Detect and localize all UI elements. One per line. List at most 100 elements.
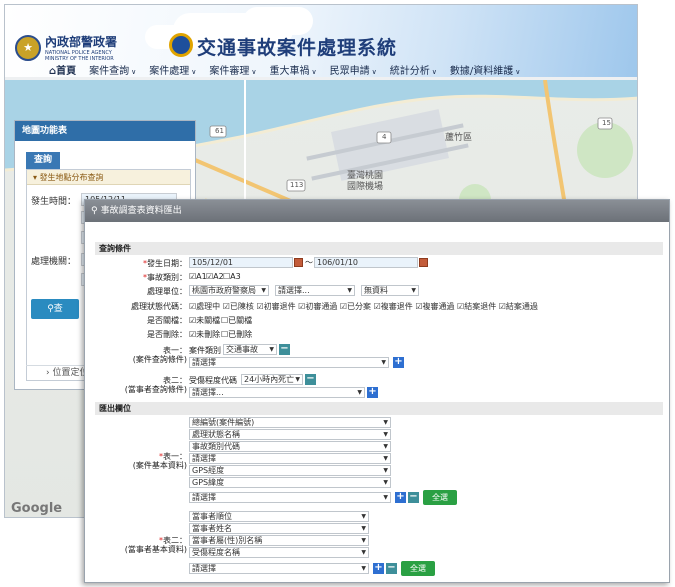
unit-select[interactable]: 桃園市政府警察局 ▼ — [189, 285, 269, 296]
section-location-distribution[interactable]: ▾ 發生地點分布查詢 — [27, 170, 190, 185]
export-table2-field[interactable]: 請選擇 ▼ — [189, 563, 369, 574]
query-table2-field-select[interactable]: 請選擇... ▼ — [189, 387, 365, 398]
select-all-button[interactable]: 全選 — [423, 490, 457, 505]
remove-field-button[interactable]: − — [386, 563, 397, 574]
select-value: 處理狀態名稱 — [192, 430, 240, 439]
export-table1-field[interactable]: 事故類別代碼 ▼ — [189, 441, 391, 452]
road-number: 113 — [290, 181, 304, 189]
agency-name: 內政部警政署 — [45, 35, 118, 49]
status-checkbox[interactable]: ☑已分案 — [340, 302, 371, 311]
tab-query[interactable]: 查詢 — [26, 152, 60, 169]
export-table1-field[interactable]: GPS經度 ▼ — [189, 465, 391, 476]
nav-major-accident[interactable]: 重大車禍 ∨ — [270, 62, 317, 77]
status-checkbox[interactable]: ☑複審通過 — [415, 302, 454, 311]
select-value: 請選擇 — [192, 493, 216, 502]
add-condition-button[interactable]: + — [393, 357, 404, 368]
map-query-button[interactable]: ⚲查 — [31, 299, 79, 319]
nav-case-handling[interactable]: 案件處理 ∨ — [149, 62, 196, 77]
case-type-select[interactable]: 交通事故 ▼ — [223, 344, 277, 355]
deleted-checkbox-yes[interactable]: ☐已刪除 — [221, 329, 252, 340]
status-checkbox[interactable]: ☑結案退件 — [457, 302, 496, 311]
export-table1-field[interactable]: 請選擇 ▼ — [189, 453, 391, 464]
type-label-text: 事故類別： — [147, 273, 187, 282]
status-checkbox[interactable]: ☑已陳核 — [223, 302, 254, 311]
checkbox-label: A3 — [230, 272, 241, 281]
type-checkbox-a3[interactable]: ☐A3 — [223, 272, 241, 281]
chevron-down-icon: ∨ — [515, 67, 521, 76]
add-condition-button[interactable]: + — [367, 387, 378, 398]
nav-data-maintenance[interactable]: 數據/資料維護 ∨ — [450, 62, 521, 77]
search-icon: ⚲ — [47, 304, 54, 314]
checkbox-label: 已刪除 — [228, 330, 253, 339]
date-to-input[interactable]: 106/01/10 — [314, 257, 418, 268]
select-all-button[interactable]: 全選 — [401, 561, 435, 576]
status-checkbox-group: ☑處理中 ☑已陳核 ☑初審退件 ☑初審通過 ☑已分案 ☑複審退件 ☑複審通過 ☑… — [189, 301, 569, 312]
date-label-text: 發生日期： — [147, 259, 187, 268]
date-from-input[interactable]: 105/12/01 — [189, 257, 293, 268]
export-table2-field[interactable]: 當事者順位 ▼ — [189, 511, 369, 522]
export-table2-field[interactable]: 當事者屬(性)別名稱 ▼ — [189, 535, 369, 546]
road-number: 61 — [215, 127, 224, 135]
export-table2-field[interactable]: 當事者姓名 ▼ — [189, 523, 369, 534]
checkbox-label: 已分案 — [347, 302, 372, 311]
remove-condition-button[interactable]: − — [305, 374, 316, 385]
type-checkbox-a2[interactable]: ☑A2 — [206, 272, 224, 281]
select-value: GPS經度 — [192, 466, 225, 475]
checkbox-label: 已關檔 — [228, 316, 253, 325]
header-banner: ★ 內政部警政署 NATIONAL POLICE AGENCY MINISTRY… — [5, 5, 637, 77]
chevron-down-icon: ▼ — [261, 287, 266, 294]
nav-case-query[interactable]: 案件查詢 ∨ — [89, 62, 136, 77]
export-table1-field[interactable]: 處理狀態名稱 ▼ — [189, 429, 391, 440]
deleted-checkbox-no[interactable]: ☑未刪除 — [189, 329, 220, 340]
nav-home[interactable]: ⌂首頁 — [49, 62, 76, 77]
select-value: 當事者姓名 — [192, 524, 232, 533]
injury-level-select[interactable]: 24小時內死亡 ▼ — [241, 374, 303, 385]
nav-case-review[interactable]: 案件審理 ∨ — [209, 62, 256, 77]
export-table1-field[interactable]: GPS緯度 ▼ — [189, 477, 391, 488]
export-table2-field[interactable]: 受傷程度名稱 ▼ — [189, 547, 369, 558]
chevron-down-icon: ∨ — [251, 67, 257, 76]
calendar-icon[interactable] — [419, 258, 428, 267]
select-value: 當事者順位 — [192, 512, 232, 521]
status-checkbox[interactable]: ☑初審通過 — [298, 302, 337, 311]
unit-label: 處理單位： — [147, 287, 187, 296]
export-dialog: ⚲ 事故調查表資料匯出 查詢條件 *發生日期： 105/12/01 ～ 106/0… — [84, 199, 670, 583]
select-value: 總編號(案件編號) — [192, 418, 255, 427]
chevron-down-icon: ▼ — [361, 549, 366, 556]
nav-label: 案件處理 — [149, 65, 190, 77]
select-value: 24小時內死亡 — [244, 375, 295, 384]
unit-sub-select[interactable]: 請選擇... ▼ — [275, 285, 355, 296]
chevron-down-icon: ▼ — [383, 479, 388, 486]
status-checkbox[interactable]: ☑複審退件 — [374, 302, 413, 311]
chevron-down-icon: ▼ — [383, 419, 388, 426]
calendar-icon[interactable] — [294, 258, 303, 267]
deleted-label: 是否刪除： — [147, 330, 187, 339]
remove-field-button[interactable]: − — [408, 492, 419, 503]
dialog-title-bar[interactable]: ⚲ 事故調查表資料匯出 — [85, 200, 669, 222]
nav-statistics[interactable]: 統計分析 ∨ — [390, 62, 437, 77]
add-field-button[interactable]: + — [373, 563, 384, 574]
type-checkbox-a1[interactable]: ☑A1 — [189, 272, 207, 281]
closed-checkbox-closed[interactable]: ☐已關檔 — [221, 315, 252, 326]
select-value: 交通事故 — [226, 345, 258, 354]
select-value: 事故類別代碼 — [192, 442, 240, 451]
status-checkbox[interactable]: ☑結案通過 — [499, 302, 538, 311]
unit-sub-select-2[interactable]: 無資料 ▼ — [361, 285, 419, 296]
chevron-down-icon: ∨ — [431, 67, 437, 76]
add-field-button[interactable]: + — [395, 492, 406, 503]
remove-condition-button[interactable]: − — [279, 344, 290, 355]
status-checkbox[interactable]: ☑初審退件 — [256, 302, 295, 311]
nav-label: 民眾申請 — [329, 65, 370, 77]
nav-public-application[interactable]: 民眾申請 ∨ — [330, 62, 377, 77]
chevron-down-icon: ▼ — [361, 513, 366, 520]
status-checkbox[interactable]: ☑處理中 — [189, 302, 220, 311]
query-table1-field-select[interactable]: 請選擇 ▼ — [189, 357, 389, 368]
chevron-down-icon: ▼ — [357, 389, 362, 396]
case-type-label: 案件類別 — [189, 346, 221, 355]
chevron-down-icon: ▼ — [381, 359, 386, 366]
checkbox-label: 複審通過 — [422, 302, 455, 311]
closed-checkbox-open[interactable]: ☑未關檔 — [189, 315, 220, 326]
export-table1-field[interactable]: 總編號(案件編號) ▼ — [189, 417, 391, 428]
select-value: GPS緯度 — [192, 478, 225, 487]
export-table1-field[interactable]: 請選擇 ▼ — [189, 492, 391, 503]
